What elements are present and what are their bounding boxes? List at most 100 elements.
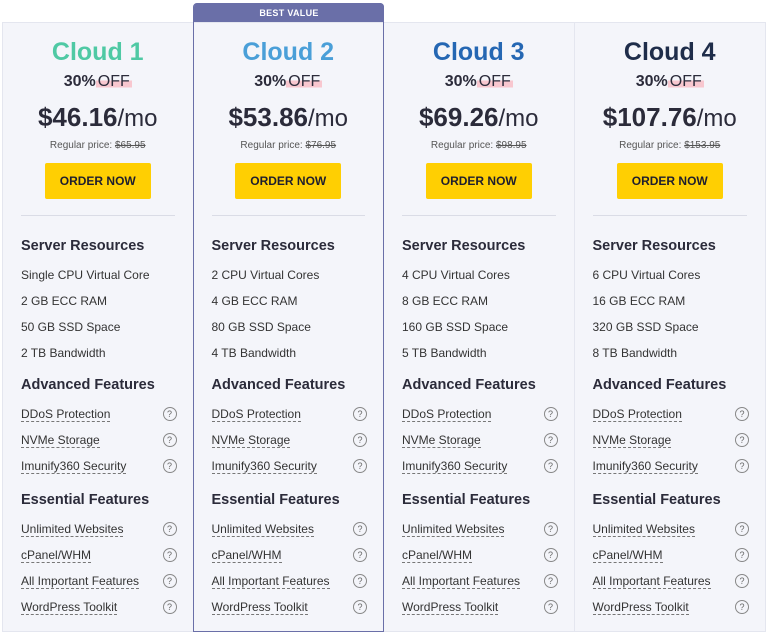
question-icon[interactable]: ? [735,522,749,536]
order-now-button[interactable]: ORDER NOW [616,163,723,199]
resource-item: 320 GB SSD Space [592,320,699,334]
section-title-advanced-features: Advanced Features [21,377,155,393]
question-icon[interactable]: ? [162,407,177,421]
regular-price-value: $76.95 [305,140,337,151]
question-icon[interactable]: ? [162,459,177,473]
feature-label: WordPress Toolkit [21,600,118,615]
section-title-essential-features: Essential Features [592,492,721,508]
order-now-button[interactable]: ORDER NOW [235,163,342,199]
feature-row: Unlimited Websites ? [211,516,367,542]
question-icon[interactable]: ? [162,433,177,447]
order-now-button[interactable]: ORDER NOW [425,163,532,199]
feature-label: cPanel/WHM [402,548,473,563]
resource-item: 6 CPU Virtual Cores [592,268,701,282]
question-icon[interactable]: ? [735,459,749,473]
feature-row: DDoS Protection ? [21,401,177,427]
price-amount: $53.86 [228,102,308,132]
price-period: /mo [117,105,158,132]
plan-name: Cloud 4 [623,38,716,66]
question-icon[interactable]: ? [353,407,367,421]
discount-off: OFF [667,73,704,90]
feature-label: WordPress Toolkit [402,600,499,615]
feature-row: WordPress Toolkit ? [592,594,749,620]
plan-card-3: Cloud 3 30% OFF $69.26/mo Regular price: … [384,23,575,631]
discount-label: 30% OFF [3,71,193,93]
question-icon[interactable]: ? [735,548,749,562]
discount-off: OFF [95,73,132,90]
question-icon[interactable]: ? [543,574,558,588]
question-icon[interactable]: ? [735,574,749,588]
resource-item: 2 GB ECC RAM [21,294,108,308]
question-icon[interactable]: ? [543,600,558,614]
feature-row: DDoS Protection ? [592,401,749,427]
feature-row: All Important Features ? [592,568,749,594]
plan-card-4: Cloud 4 30% OFF $107.76/mo Regular price:… [575,23,766,631]
discount-off: OFF [476,73,513,90]
question-icon[interactable]: ? [735,407,749,421]
plan-name: Cloud 3 [432,38,525,66]
price-period: /mo [498,105,539,132]
regular-price: Regular price: $76.95 [194,139,384,153]
price-period: /mo [696,105,737,132]
feature-label: Imunify360 Security [211,459,317,474]
question-icon[interactable]: ? [735,600,749,614]
feature-label: DDoS Protection [21,407,111,422]
question-icon[interactable]: ? [353,459,367,473]
discount-label: 30% OFF [384,71,574,93]
question-icon[interactable]: ? [353,433,367,447]
question-icon[interactable]: ? [353,548,367,562]
question-icon[interactable]: ? [735,433,749,447]
feature-label: Unlimited Websites [402,522,505,537]
feature-row: cPanel/WHM ? [211,542,367,568]
regular-price: Regular price: $65.95 [3,139,193,153]
plan-price: $46.16/mo [3,101,193,133]
section-title-advanced-features: Advanced Features [592,377,727,393]
discount-percent: 30% [254,73,287,90]
feature-label: All Important Features [211,574,330,589]
feature-label: WordPress Toolkit [211,600,308,615]
feature-row: NVMe Storage ? [402,427,558,453]
feature-label: WordPress Toolkit [592,600,689,615]
feature-row: All Important Features ? [21,568,177,594]
feature-label: DDoS Protection [402,407,492,422]
feature-row: Imunify360 Security ? [592,453,749,479]
section-title-server-resources: Server Resources [21,238,145,254]
discount-percent: 30% [635,73,668,90]
plan-price: $53.86/mo [194,101,384,133]
feature-label: Unlimited Websites [21,522,124,537]
question-icon[interactable]: ? [353,600,367,614]
price-amount: $107.76 [602,102,697,132]
feature-label: cPanel/WHM [592,548,663,563]
regular-price-value: $98.95 [495,140,527,151]
question-icon[interactable]: ? [353,522,367,536]
feature-row: Unlimited Websites ? [592,516,749,542]
feature-label: All Important Features [402,574,521,589]
feature-label: cPanel/WHM [211,548,282,563]
question-icon[interactable]: ? [162,574,177,588]
feature-row: Imunify360 Security ? [402,453,558,479]
feature-row: Imunify360 Security ? [21,453,177,479]
feature-row: Unlimited Websites ? [21,516,177,542]
feature-row: NVMe Storage ? [592,427,749,453]
plan-name: Cloud 1 [51,38,144,66]
question-icon[interactable]: ? [162,522,177,536]
question-icon[interactable]: ? [162,600,177,614]
feature-row: NVMe Storage ? [21,427,177,453]
feature-label: All Important Features [21,574,140,589]
regular-price: Regular price: $153.95 [575,139,766,153]
question-icon[interactable]: ? [162,548,177,562]
question-icon[interactable]: ? [543,407,558,421]
question-icon[interactable]: ? [543,433,558,447]
question-icon[interactable]: ? [543,548,558,562]
pricing-page: BEST VALUE Cloud 1 30% OFF $46.16/mo Regu… [0,0,768,638]
pricing-cards: Cloud 1 30% OFF $46.16/mo Regular price: … [2,22,766,632]
question-icon[interactable]: ? [353,574,367,588]
resource-item: 50 GB SSD Space [21,320,121,334]
question-icon[interactable]: ? [543,459,558,473]
plan-price: $69.26/mo [384,101,574,133]
question-icon[interactable]: ? [543,522,558,536]
order-now-button[interactable]: ORDER NOW [44,163,151,199]
discount-label: 30% OFF [575,71,766,93]
section-title-server-resources: Server Resources [592,238,716,254]
feature-label: NVMe Storage [402,433,481,448]
